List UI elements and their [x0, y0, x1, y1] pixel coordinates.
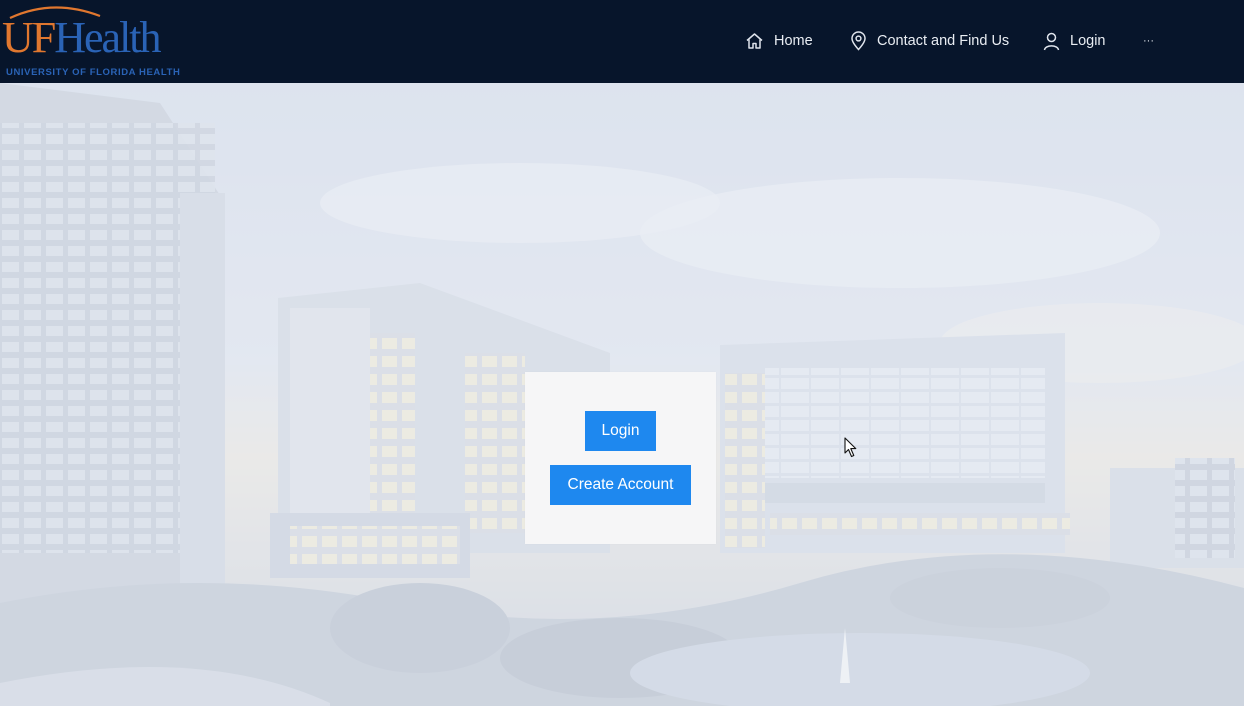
home-icon: [746, 33, 763, 49]
nav-item-contact-label: Contact and Find Us: [877, 33, 1010, 49]
more-icon: ···: [1143, 35, 1154, 47]
logo-wordmark: UFHealth: [2, 13, 162, 62]
nav-item-login-label: Login: [1070, 33, 1106, 49]
auth-card: Login Create Account: [525, 372, 716, 544]
nav-item-home-label: Home: [774, 33, 813, 49]
nav-item-contact[interactable]: Contact and Find Us: [850, 30, 1009, 52]
nav-more-button[interactable]: ···: [1143, 30, 1154, 52]
uf-health-logo[interactable]: UFHealth UNIVERSITY OF FLORIDA HEALTH: [2, 4, 202, 80]
mouse-cursor-icon: [844, 437, 857, 458]
logo-subtitle: UNIVERSITY OF FLORIDA HEALTH: [6, 67, 181, 78]
user-icon: [1043, 32, 1060, 50]
login-button[interactable]: Login: [585, 411, 656, 451]
create-account-button[interactable]: Create Account: [550, 465, 691, 505]
logo-uf-text: UF: [2, 13, 56, 62]
map-pin-icon: [851, 31, 866, 51]
top-navigation-bar: UFHealth UNIVERSITY OF FLORIDA HEALTH Ho…: [0, 0, 1244, 83]
nav-item-login[interactable]: Login: [1043, 30, 1105, 52]
logo-health-text: Health: [54, 13, 161, 62]
nav-item-home[interactable]: Home: [745, 30, 813, 52]
